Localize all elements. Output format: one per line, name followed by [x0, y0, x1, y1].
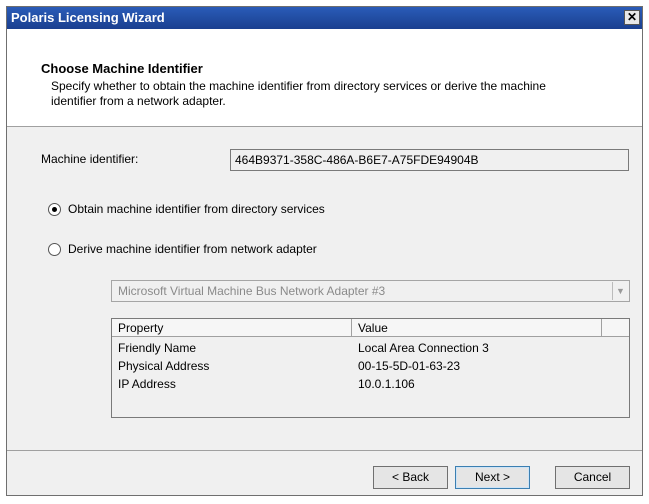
adapter-properties-table: Property Value Friendly Name Local Area …	[111, 318, 630, 418]
network-adapter-select-value: Microsoft Virtual Machine Bus Network Ad…	[118, 284, 386, 298]
chevron-down-icon[interactable]: ▼	[612, 282, 628, 300]
title-bar[interactable]: Polaris Licensing Wizard ✕	[7, 7, 642, 29]
table-header: Property Value	[112, 319, 629, 337]
wizard-window: Polaris Licensing Wizard ✕ Choose Machin…	[6, 6, 643, 496]
table-cell-value: 10.0.1.106	[358, 377, 415, 391]
table-cell-property: Friendly Name	[118, 341, 197, 355]
table-cell-property: Physical Address	[118, 359, 210, 373]
network-adapter-radio[interactable]	[48, 243, 61, 256]
directory-services-label[interactable]: Obtain machine identifier from directory…	[68, 202, 325, 216]
close-icon: ✕	[626, 10, 638, 24]
machine-identifier-label: Machine identifier:	[41, 152, 139, 166]
footer-divider	[7, 450, 642, 451]
page-description: Specify whether to obtain the machine id…	[51, 79, 546, 108]
column-header-property[interactable]: Property	[112, 319, 352, 337]
machine-identifier-field[interactable]: 464B9371-358C-486A-B6E7-A75FDE94904B	[230, 149, 629, 171]
next-button[interactable]: Next >	[455, 466, 530, 489]
window-title: Polaris Licensing Wizard	[11, 10, 165, 25]
network-adapter-label[interactable]: Derive machine identifier from network a…	[68, 242, 317, 256]
table-cell-value: Local Area Connection 3	[358, 341, 489, 355]
directory-services-radio[interactable]	[48, 203, 61, 216]
wizard-header: Choose Machine Identifier Specify whethe…	[7, 29, 642, 127]
close-button[interactable]: ✕	[624, 10, 640, 25]
column-header-value[interactable]: Value	[352, 319, 602, 337]
page-title: Choose Machine Identifier	[41, 61, 203, 76]
back-button[interactable]: < Back	[373, 466, 448, 489]
network-adapter-select[interactable]: Microsoft Virtual Machine Bus Network Ad…	[111, 280, 630, 302]
cancel-button[interactable]: Cancel	[555, 466, 630, 489]
table-cell-value: 00-15-5D-01-63-23	[358, 359, 461, 373]
table-cell-property: IP Address	[118, 377, 176, 391]
